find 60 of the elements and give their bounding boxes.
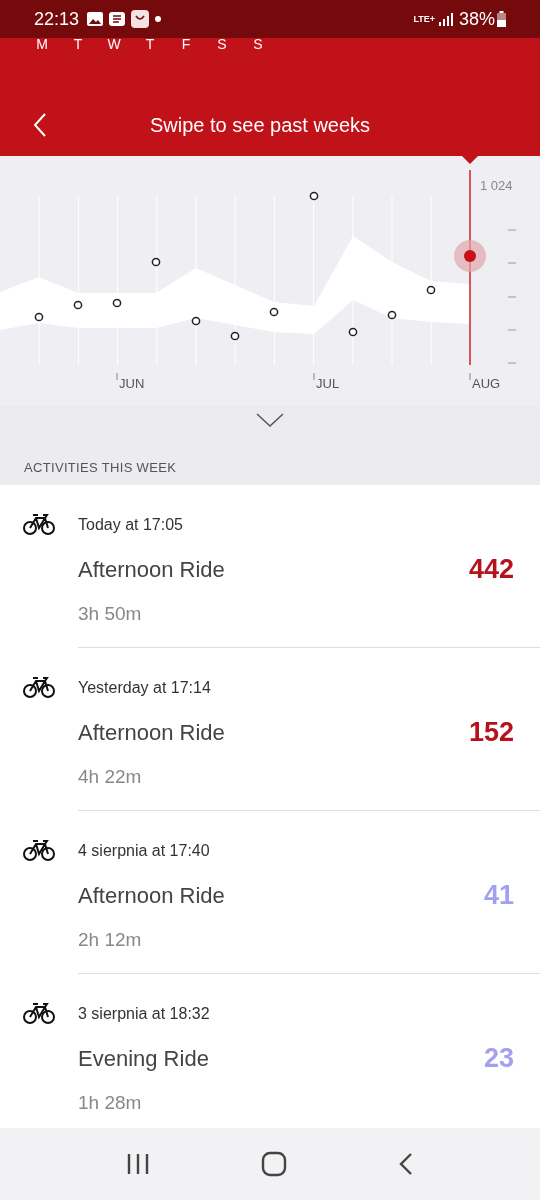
battery-icon (497, 11, 506, 27)
battery-level: 38% (458, 7, 495, 31)
activity-title[interactable]: Evening Ride (78, 1041, 209, 1075)
bag-icon (131, 10, 150, 28)
bicycle-icon (23, 513, 55, 535)
weekday-label: W (106, 35, 122, 54)
activity-duration: 4h 22m (78, 764, 143, 789)
axis-label: 1 024 (480, 177, 513, 195)
weekday-label: F (180, 35, 192, 54)
data-point[interactable] (230, 331, 240, 341)
activity-title[interactable]: Afternoon Ride (78, 552, 225, 586)
data-point[interactable] (387, 310, 397, 320)
activity-time: 3 sierpnia at 18:32 (78, 1004, 211, 1024)
dot-icon (155, 16, 162, 22)
data-point[interactable] (34, 312, 44, 322)
recent-apps-icon[interactable] (125, 1153, 150, 1175)
activity-score: 442 (468, 553, 514, 586)
back-icon (33, 113, 47, 137)
data-point[interactable] (151, 257, 161, 267)
clock: 22:13 (34, 7, 80, 31)
data-point[interactable] (73, 300, 83, 310)
message-icon (109, 12, 126, 26)
network-label: LTE+ (413, 14, 435, 24)
activity-score: 152 (468, 716, 514, 749)
weekday-label: M (35, 35, 49, 54)
activity-title[interactable]: Afternoon Ride (78, 878, 225, 912)
month-label: JUN (119, 375, 145, 393)
weekday-label: S (216, 35, 228, 54)
data-point[interactable] (348, 327, 358, 337)
data-point[interactable] (112, 298, 122, 308)
header-title: Swipe to see past weeks (150, 113, 371, 138)
activity-duration: 1h 28m (78, 1090, 143, 1115)
bicycle-icon (23, 676, 55, 698)
activity-time: Today at 17:05 (78, 515, 184, 535)
weekday-label: S (252, 35, 264, 54)
data-point[interactable] (426, 285, 436, 295)
image-icon (87, 12, 104, 26)
bicycle-icon (23, 839, 55, 861)
activity-score: 41 (483, 879, 514, 912)
data-point[interactable] (191, 316, 201, 326)
expand-button[interactable] (254, 410, 286, 430)
data-point[interactable] (269, 307, 279, 317)
section-title: ACTIVITIES THIS WEEK (24, 459, 177, 477)
activity-duration: 3h 50m (78, 601, 143, 626)
activity-time: Yesterday at 17:14 (78, 678, 212, 698)
bicycle-icon (23, 1002, 55, 1024)
month-label: JUL (316, 375, 340, 393)
home-icon[interactable] (261, 1151, 287, 1177)
activity-time: 4 sierpnia at 17:40 (78, 841, 211, 861)
chevron-down-icon (256, 413, 284, 427)
weekday-label: T (144, 35, 156, 54)
activity-score: 23 (483, 1042, 514, 1075)
activity-title[interactable]: Afternoon Ride (78, 715, 225, 749)
activity-duration: 2h 12m (78, 927, 143, 952)
data-point[interactable] (309, 191, 319, 201)
weekday-label: T (72, 35, 84, 54)
selected-point[interactable] (454, 240, 486, 272)
back-icon[interactable] (398, 1152, 415, 1176)
signal-icon (438, 12, 453, 26)
month-label: AUG (472, 375, 501, 393)
